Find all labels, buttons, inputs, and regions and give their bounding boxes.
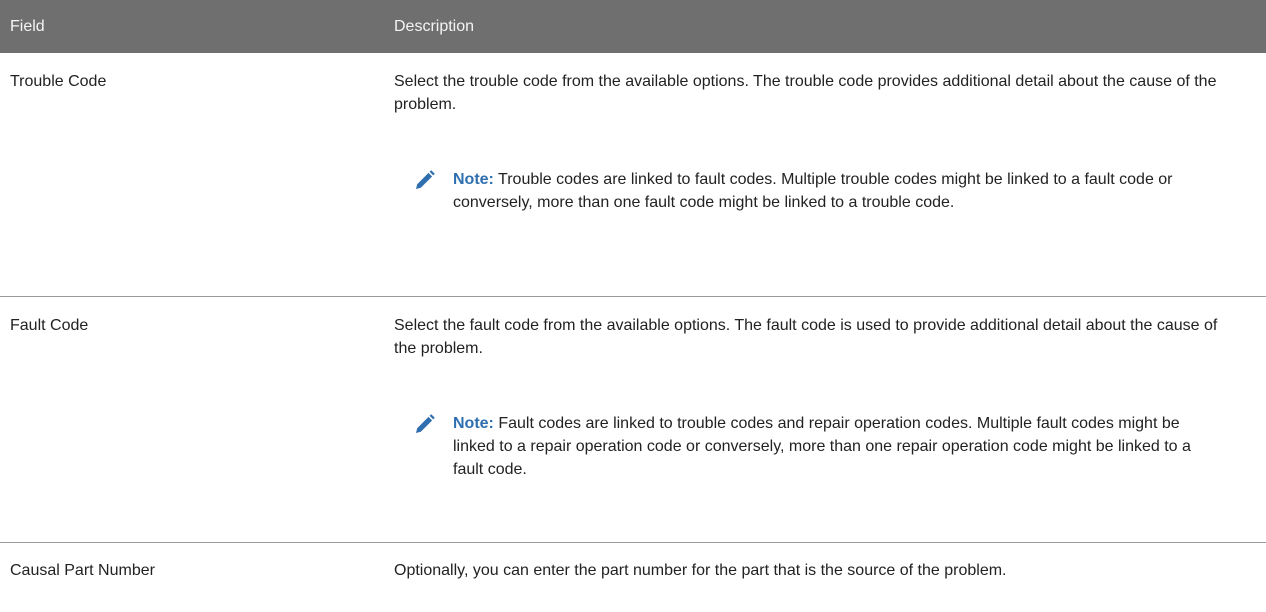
table-row: Causal Part Number Optionally, you can e… <box>0 542 1266 612</box>
field-description: Select the fault code from the available… <box>384 296 1266 542</box>
field-name: Causal Part Number <box>10 561 155 579</box>
description-text: Select the fault code from the available… <box>394 316 1218 357</box>
note-block: Note: Trouble codes are linked to fault … <box>416 168 1236 214</box>
table-row: Fault Code Select the fault code from th… <box>0 296 1266 542</box>
note-block: Note: Fault codes are linked to trouble … <box>416 412 1236 481</box>
field-description-table: Field Description Trouble Code Select th… <box>0 0 1266 612</box>
description-text: Optionally, you can enter the part numbe… <box>394 561 1007 579</box>
pencil-icon <box>416 170 435 189</box>
note-label: Note: <box>453 414 494 432</box>
field-description: Optionally, you can enter the part numbe… <box>384 542 1266 612</box>
table-header-row: Field Description <box>0 0 1266 53</box>
field-name: Trouble Code <box>10 73 107 90</box>
pencil-icon <box>416 413 435 433</box>
field-name: Fault Code <box>10 316 89 334</box>
field-description: Select the trouble code from the availab… <box>384 53 1266 296</box>
header-description: Description <box>384 0 1266 53</box>
table-row: Trouble Code Select the trouble code fro… <box>0 53 1266 296</box>
note-label: Note: <box>453 171 494 188</box>
note-text: Fault codes are linked to trouble codes … <box>453 414 1191 478</box>
header-field: Field <box>0 0 384 53</box>
description-text: Select the trouble code from the availab… <box>394 73 1217 113</box>
note-text: Trouble codes are linked to fault codes.… <box>453 171 1173 211</box>
